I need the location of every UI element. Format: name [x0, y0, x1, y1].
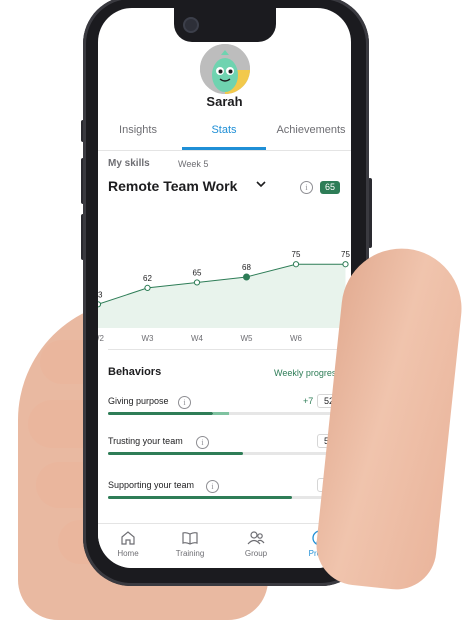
- behavior-delta: +7: [303, 396, 314, 406]
- behavior-progress-bar: [108, 412, 341, 415]
- chart-data-label: 53: [98, 290, 103, 299]
- nav-home-label: Home: [117, 549, 139, 558]
- chart-tick-label: W5: [241, 334, 254, 343]
- week-label: Week 5: [178, 159, 209, 169]
- group-icon: [247, 531, 265, 545]
- behavior-label: Supporting your team: [108, 480, 195, 490]
- behavior-label: Trusting your team: [108, 436, 183, 446]
- behavior-progress-bar: [108, 452, 341, 455]
- skill-score-badge: 65: [320, 181, 340, 194]
- tab-insights[interactable]: Insights: [108, 124, 168, 136]
- avatar[interactable]: [200, 44, 250, 94]
- behaviors-title: Behaviors: [108, 366, 162, 378]
- chart-area-fill: [98, 264, 346, 328]
- nav-home[interactable]: Home: [98, 530, 158, 558]
- chart-data-label: 62: [143, 274, 152, 283]
- nav-group-label: Group: [244, 549, 268, 558]
- chart-point[interactable]: [292, 261, 300, 268]
- chart-point[interactable]: [243, 273, 250, 281]
- info-icon[interactable]: i: [178, 396, 191, 409]
- chart-tick-label: W6: [290, 334, 303, 343]
- profile-tabs: Insights Stats Achievements: [98, 120, 351, 151]
- app-screen: Sarah Insights Stats Achievements My ski…: [98, 8, 351, 568]
- chart-tick-label: W2: [98, 334, 105, 343]
- section-divider: [108, 349, 341, 350]
- skill-title[interactable]: Remote Team Work: [108, 178, 237, 194]
- behavior-supporting-your-team[interactable]: Supporting your team i 79: [108, 478, 341, 520]
- chevron-down-icon[interactable]: [256, 178, 266, 192]
- profile-name: Sarah: [206, 94, 243, 109]
- nav-training-label: Training: [175, 549, 205, 558]
- chart-tick-label: W4: [191, 334, 204, 343]
- monster-avatar-icon: [200, 44, 250, 94]
- info-icon[interactable]: i: [206, 480, 219, 493]
- behavior-trusting-your-team[interactable]: Trusting your team i 58: [108, 434, 341, 476]
- tab-stats[interactable]: Stats: [184, 124, 264, 136]
- chart-data-label: 75: [341, 250, 350, 259]
- chart-data-label: 65: [193, 268, 202, 277]
- info-icon[interactable]: i: [300, 181, 313, 194]
- chart-point[interactable]: [98, 301, 102, 308]
- behavior-increase-fill: [212, 412, 230, 415]
- chart-data-label: 75: [292, 250, 301, 259]
- camera-icon: [183, 17, 199, 33]
- behavior-progress-fill: [108, 496, 293, 499]
- behavior-progress-fill: [108, 412, 213, 415]
- nav-group[interactable]: Group: [226, 530, 286, 558]
- behavior-progress-fill: [108, 452, 244, 455]
- behavior-progress-bar: [108, 496, 341, 499]
- behavior-giving-purpose[interactable]: Giving purpose i +7 52: [108, 394, 341, 436]
- home-icon: [121, 531, 135, 545]
- chart-point[interactable]: [193, 279, 201, 286]
- chart-point[interactable]: [144, 284, 151, 292]
- my-skills-label: My skills: [108, 158, 150, 169]
- active-tab-indicator: [182, 147, 266, 150]
- chart-point[interactable]: [342, 261, 349, 268]
- chart-tick-label: W3: [142, 334, 155, 343]
- tab-achievements[interactable]: Achievements: [271, 124, 351, 136]
- weekly-progress-link[interactable]: Weekly progress: [274, 368, 341, 378]
- skill-line-chart: 53W262W365W468W575W675W7: [98, 250, 351, 343]
- book-icon: [182, 532, 198, 545]
- bottom-nav: Home Training Group Profile: [98, 523, 351, 568]
- chart-data-label: 68: [242, 263, 251, 272]
- nav-training[interactable]: Training: [160, 530, 220, 558]
- info-icon[interactable]: i: [196, 436, 209, 449]
- behavior-label: Giving purpose: [108, 396, 169, 406]
